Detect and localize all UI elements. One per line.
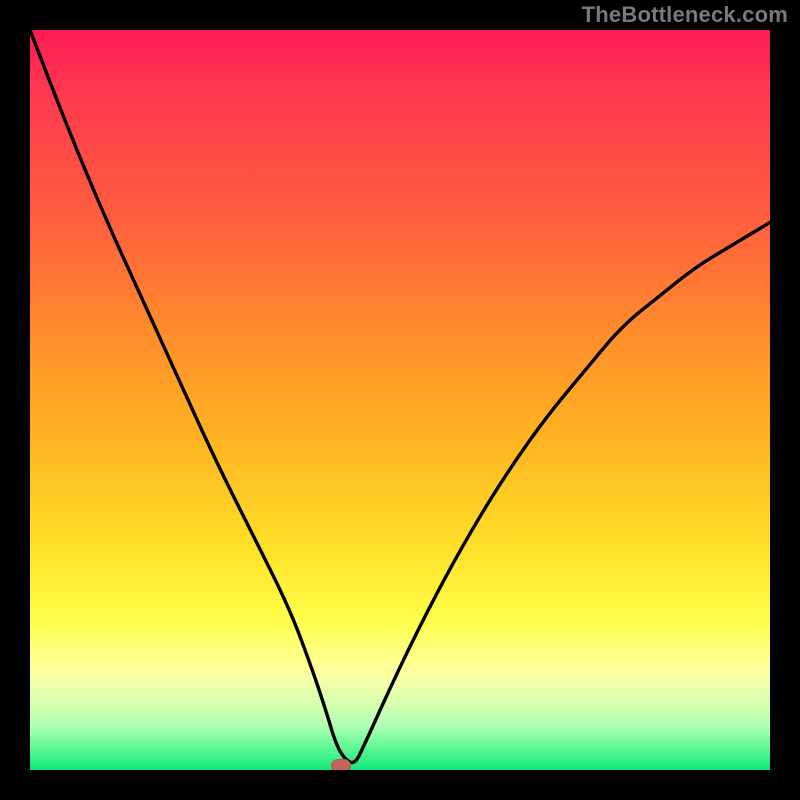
watermark-text: TheBottleneck.com — [582, 2, 788, 28]
plot-area — [30, 30, 770, 770]
chart-frame: TheBottleneck.com — [0, 0, 800, 800]
curve-path — [30, 30, 770, 763]
minimum-marker — [331, 759, 351, 770]
bottleneck-curve — [30, 30, 770, 770]
